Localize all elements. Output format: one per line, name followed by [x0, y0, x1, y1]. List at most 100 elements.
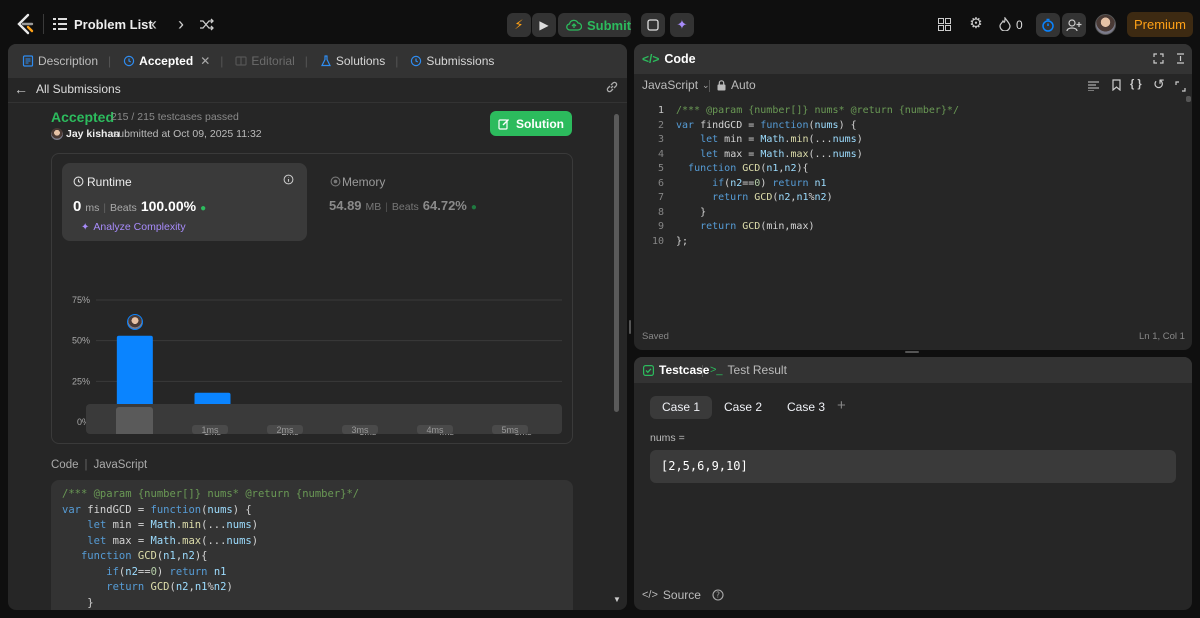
clock-icon [72, 175, 84, 187]
terminal-icon: >_ [710, 364, 723, 376]
notes-button[interactable] [641, 13, 665, 37]
line-number: 5 [657, 163, 664, 174]
shuffle-icon[interactable] [198, 16, 214, 32]
close-tab-icon[interactable]: ✕ [200, 54, 210, 68]
format-lines-icon[interactable] [1087, 80, 1099, 92]
code-line: if(n2==0) return n1 [712, 177, 827, 189]
share-link-icon[interactable] [604, 79, 620, 95]
auto-mode[interactable]: Auto [717, 78, 756, 92]
tab-solutions[interactable]: Solutions | [314, 44, 405, 78]
add-friend-button[interactable] [1062, 13, 1086, 37]
my-submission-avatar [126, 313, 143, 330]
divider: | [220, 54, 224, 68]
case-1-tab[interactable]: Case 1 [650, 396, 713, 419]
leetcode-logo[interactable] [14, 12, 36, 36]
range-selector[interactable]: 1ms 2ms 3ms 4ms 5ms [86, 404, 562, 434]
line-number: 8 [657, 206, 664, 218]
settings-gear-icon[interactable]: ⚙ [968, 15, 984, 32]
vertical-resize-handle[interactable] [629, 320, 631, 334]
prev-problem-icon[interactable]: ‹ [147, 14, 161, 34]
layout-icon[interactable] [937, 17, 951, 31]
history-icon [410, 55, 422, 67]
stopwatch-icon [1036, 13, 1060, 37]
cursor-position: Ln 1, Col 1 [1139, 331, 1185, 342]
edit-icon [498, 118, 510, 130]
memory-chip-icon [329, 175, 341, 187]
nums-input[interactable]: [2,5,6,9,10] [650, 450, 1176, 483]
premium-button[interactable]: Premium [1127, 12, 1193, 37]
beats-badge-icon: ● [200, 203, 207, 214]
code-editor-text[interactable]: /*** @param {number[]} nums* @return {nu… [676, 104, 1176, 249]
tab-solutions-label: Solutions [335, 54, 386, 68]
language-selector[interactable]: JavaScript ⌄ [642, 78, 710, 92]
code-line: return GCD(n2,n1%n2) [106, 581, 233, 593]
submitter-name[interactable]: Jay kishan [66, 128, 120, 140]
next-problem-icon[interactable]: › [174, 14, 188, 34]
code-brackets-icon: </> [642, 589, 658, 601]
divider: | [385, 202, 388, 213]
code-line: function GCD(n1,n2){ [688, 163, 809, 174]
tab-accepted[interactable]: Accepted ✕ | [117, 44, 229, 78]
testcase-panel: Testcase >_ Test Result Case 1 Case 2 Ca… [634, 357, 1192, 610]
user-avatar[interactable] [1095, 14, 1116, 35]
info-icon[interactable] [282, 173, 294, 185]
add-case-icon[interactable]: + [837, 397, 846, 414]
reset-icon[interactable]: ↺ [1153, 76, 1165, 93]
expand-editor-icon[interactable] [1174, 80, 1186, 92]
submit-button[interactable]: Submit [558, 13, 631, 37]
analyze-complexity-link[interactable]: ✦ Analyze Complexity [81, 221, 186, 233]
braces-icon[interactable]: { } [1130, 78, 1142, 90]
line-number: 2 [657, 119, 664, 131]
tab-description[interactable]: Description | [16, 44, 117, 78]
case-3-tab[interactable]: Case 3 [775, 396, 837, 419]
scroll-down-arrow-icon[interactable]: ▼ [613, 595, 621, 604]
editor-scrollbar[interactable] [1186, 96, 1191, 102]
svg-text:?: ? [716, 591, 720, 600]
document-icon [22, 55, 34, 67]
ai-assist-button[interactable]: ✦ [670, 13, 694, 37]
collapse-icon[interactable] [1174, 52, 1186, 64]
debug-button[interactable]: ⚡ [507, 13, 531, 37]
memory-value: 54.89 [329, 198, 362, 213]
streak-flame-icon[interactable] [998, 16, 1012, 32]
sparkle-icon: ✦ [81, 221, 90, 233]
list-icon[interactable] [53, 17, 67, 31]
fullscreen-icon[interactable] [1152, 52, 1164, 64]
code-tab[interactable]: </> Code [642, 52, 696, 66]
problem-list-link[interactable]: Problem List [74, 17, 153, 32]
mini-tick-label: 5ms [501, 425, 519, 434]
all-submissions-label: All Submissions [36, 82, 121, 96]
status-accepted: Accepted [51, 109, 115, 125]
source-link[interactable]: </> Source ? [642, 588, 724, 602]
memory-card[interactable]: Memory 54.89 MB | Beats 64.72% ● [318, 163, 558, 241]
line-number: 10 [651, 235, 664, 247]
timer-button[interactable] [1036, 13, 1060, 37]
test-result-tab[interactable]: >_ Test Result [710, 363, 787, 377]
streak-count: 0 [1016, 18, 1023, 32]
bookmark-icon[interactable] [1110, 79, 1122, 91]
scrollbar[interactable] [614, 114, 619, 412]
runtime-card[interactable]: Runtime 0 ms | Beats 100.00% ● ✦ Analyze… [62, 163, 307, 241]
mini-tick-label: 1ms [201, 425, 219, 434]
analyze-complexity-label: Analyze Complexity [93, 221, 186, 233]
tab-submissions-label: Submissions [426, 54, 495, 68]
memory-values: 54.89 MB | Beats 64.72% ● [329, 198, 477, 213]
divider: | [304, 54, 308, 68]
source-label: Source [662, 588, 701, 602]
tab-editorial[interactable]: Editorial | [229, 44, 313, 78]
left-panel: Description | Accepted ✕ | Editorial | S… [8, 44, 627, 610]
line-number: 1 [657, 105, 664, 116]
run-button[interactable]: ▶ [532, 13, 556, 37]
back-to-submissions[interactable]: ← All Submissions [14, 78, 121, 100]
flask-icon [320, 55, 332, 67]
code-header: Code | JavaScript [51, 459, 147, 471]
code-line: return GCD(n2,n1%n2) [712, 192, 833, 203]
solution-button[interactable]: Solution [490, 111, 572, 136]
testcase-tab[interactable]: Testcase [643, 363, 709, 377]
help-icon[interactable]: ? [712, 589, 724, 601]
case-2-tab[interactable]: Case 2 [712, 396, 774, 419]
runtime-beats-value: 100.00% [140, 198, 197, 214]
divider: | [108, 54, 112, 68]
tab-submissions[interactable]: Submissions [404, 44, 500, 78]
panel-resize-handle[interactable] [905, 351, 919, 353]
